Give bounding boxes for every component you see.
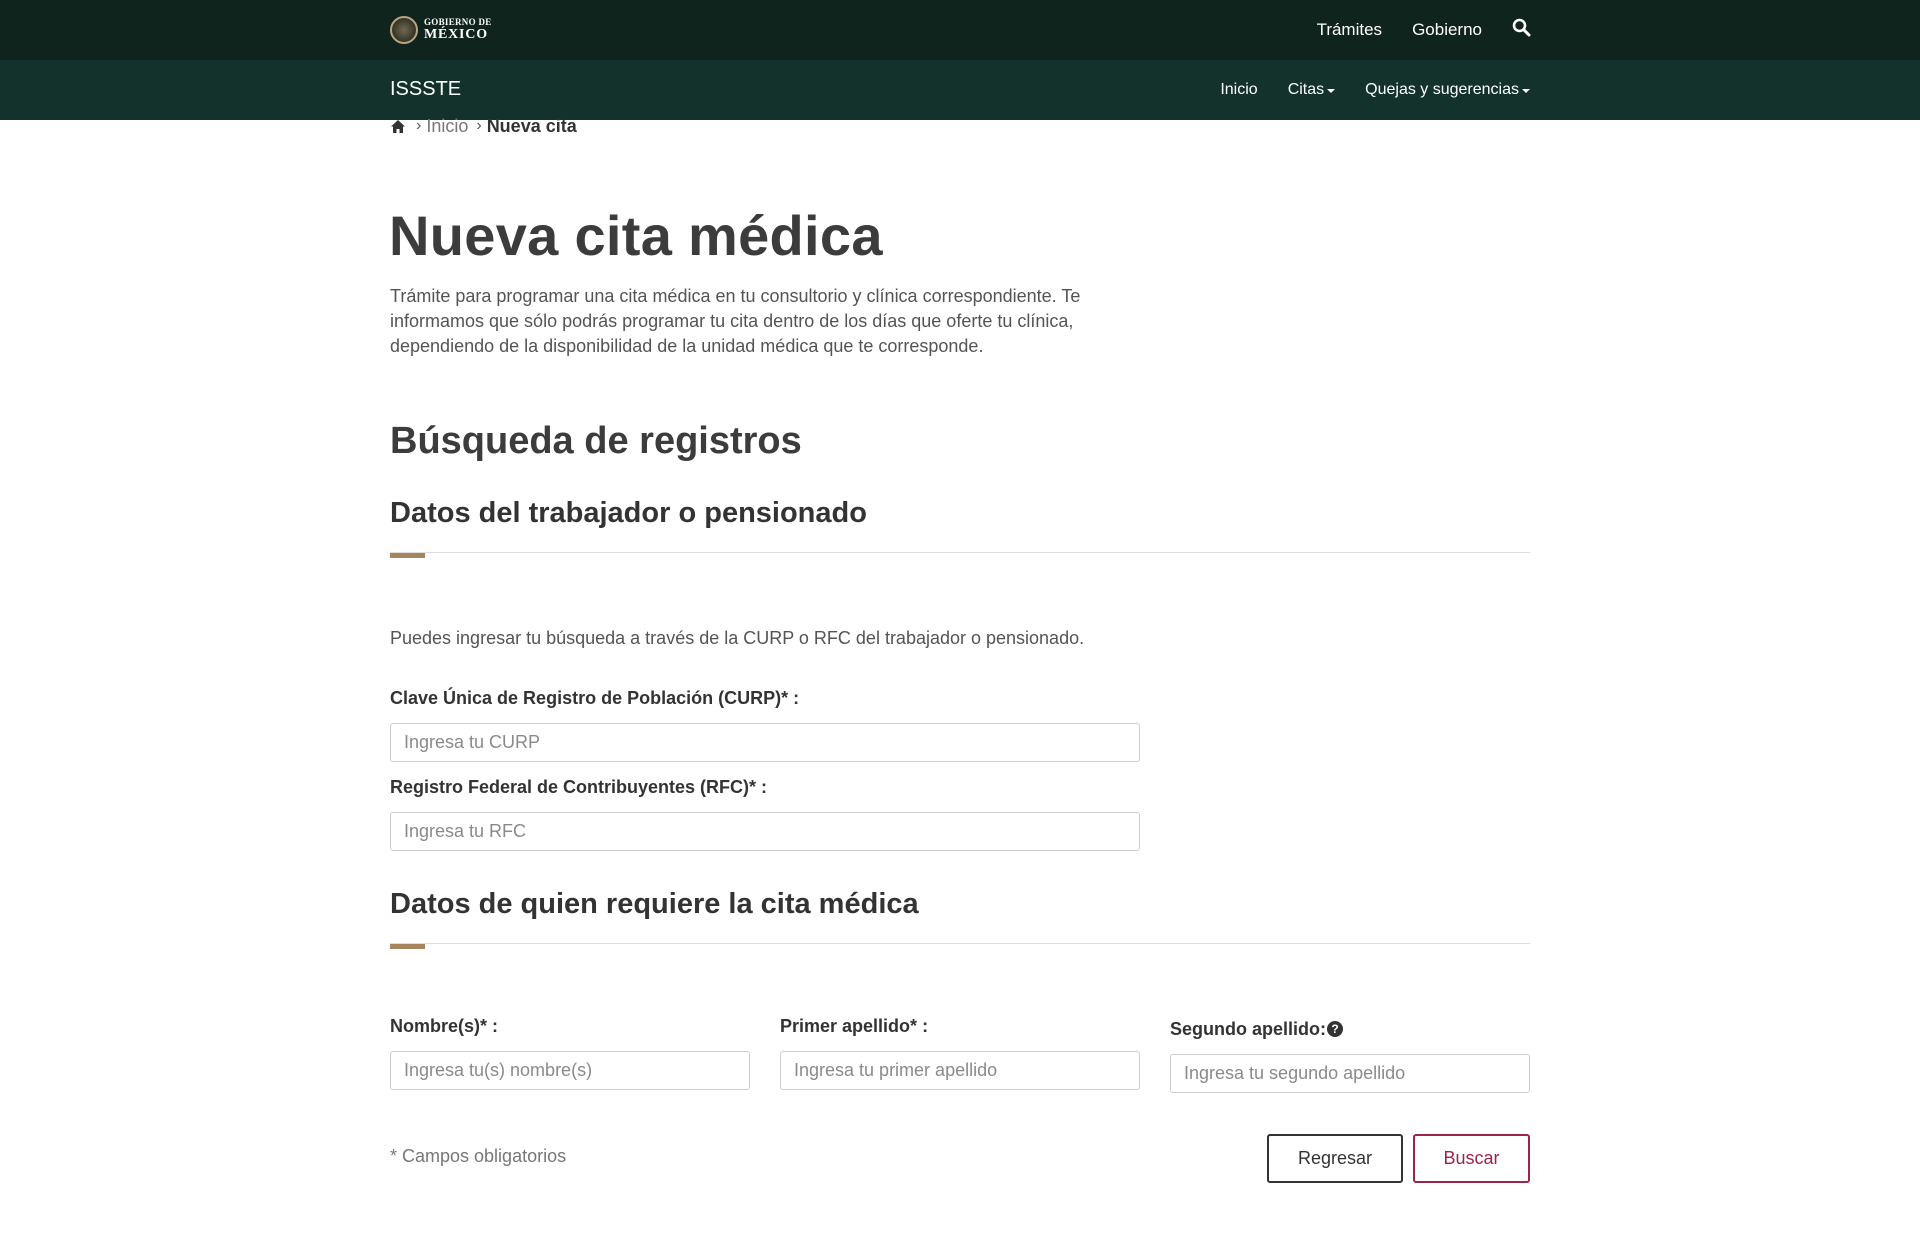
nav-item-inicio[interactable]: Inicio bbox=[1220, 81, 1257, 99]
nav-item-quejas[interactable]: Quejas y sugerencias bbox=[1365, 81, 1530, 99]
name-label: Nombre(s)* : bbox=[390, 1016, 499, 1036]
top-links: Trámites Gobierno bbox=[1317, 0, 1482, 60]
rfc-input[interactable] bbox=[390, 812, 1140, 851]
top-link-tramites[interactable]: Trámites bbox=[1317, 20, 1383, 40]
section-accent-bar bbox=[390, 944, 425, 949]
site-nav: Inicio Citas Quejas y sugerencias bbox=[1220, 60, 1530, 120]
worker-section-title: Datos del trabajador o pensionado bbox=[390, 497, 867, 529]
patient-section-title: Datos de quien requiere la cita médica bbox=[390, 888, 919, 920]
search-help-text: Puedes ingresar tu búsqueda a través de … bbox=[390, 628, 1085, 648]
top-link-gobierno[interactable]: Gobierno bbox=[1412, 20, 1482, 40]
curp-label: Clave Única de Registro de Población (CU… bbox=[390, 688, 800, 708]
second-lastname-label: Segundo apellido:? bbox=[1170, 1019, 1343, 1040]
second-lastname-label-text: Segundo apellido: bbox=[1170, 1019, 1326, 1039]
search-icon[interactable] bbox=[1511, 17, 1533, 39]
first-lastname-label-text: Primer apellido* bbox=[780, 1016, 918, 1036]
national-emblem-icon bbox=[390, 16, 418, 44]
nav-item-label: Inicio bbox=[1220, 81, 1258, 98]
rfc-label: Registro Federal de Contribuyentes (RFC)… bbox=[390, 777, 768, 797]
rfc-label-text: Registro Federal de Contribuyentes (RFC)… bbox=[390, 777, 757, 797]
issste-nav-bar: ISSSTE Inicio Citas Quejas y sugerencias bbox=[0, 60, 1920, 120]
first-lastname-label: Primer apellido* : bbox=[780, 1016, 929, 1036]
search-section-title: Búsqueda de registros bbox=[390, 420, 802, 462]
caret-down-icon bbox=[1522, 89, 1530, 93]
intro-text: Trámite para programar una cita médica e… bbox=[390, 286, 1081, 356]
nav-item-label: Quejas y sugerencias bbox=[1365, 81, 1519, 98]
breadcrumb-separator-icon: › bbox=[476, 117, 482, 134]
breadcrumb-current: Nueva cita bbox=[486, 115, 577, 136]
first-lastname-input[interactable] bbox=[780, 1051, 1140, 1090]
curp-label-text: Clave Única de Registro de Población (CU… bbox=[390, 688, 789, 708]
second-lastname-input[interactable] bbox=[1170, 1054, 1530, 1093]
home-icon[interactable] bbox=[390, 119, 406, 134]
section-divider bbox=[390, 552, 1530, 553]
nav-item-citas[interactable]: Citas bbox=[1287, 81, 1336, 99]
breadcrumb: › Inicio › Nueva cita bbox=[390, 115, 577, 137]
required-fields-note: * Campos obligatorios bbox=[390, 1146, 567, 1166]
page-title: Nueva cita médica bbox=[389, 204, 883, 267]
logo-line2: MÉXICO bbox=[424, 27, 488, 42]
nav-item-label: Citas bbox=[1287, 81, 1325, 98]
question-circle-icon[interactable]: ? bbox=[1327, 1021, 1343, 1037]
caret-down-icon bbox=[1327, 89, 1336, 93]
back-button[interactable]: Regresar bbox=[1267, 1134, 1403, 1183]
section-accent-bar bbox=[390, 553, 425, 558]
name-input[interactable] bbox=[390, 1051, 750, 1090]
curp-input[interactable] bbox=[390, 723, 1140, 762]
logo-text: GOBIERNO DE MÉXICO bbox=[424, 18, 492, 42]
logo-line1: GOBIERNO DE bbox=[424, 17, 492, 27]
breadcrumb-separator-icon: › bbox=[416, 117, 422, 134]
search-button[interactable]: Buscar bbox=[1413, 1134, 1530, 1183]
name-label-text: Nombre(s)* bbox=[390, 1016, 488, 1036]
gobierno-mexico-logo[interactable]: GOBIERNO DE MÉXICO bbox=[390, 15, 492, 45]
site-title[interactable]: ISSSTE bbox=[390, 78, 461, 101]
breadcrumb-inicio[interactable]: Inicio bbox=[426, 116, 468, 137]
section-divider bbox=[390, 943, 1530, 944]
gov-top-bar: GOBIERNO DE MÉXICO Trámites Gobierno bbox=[0, 0, 1920, 60]
